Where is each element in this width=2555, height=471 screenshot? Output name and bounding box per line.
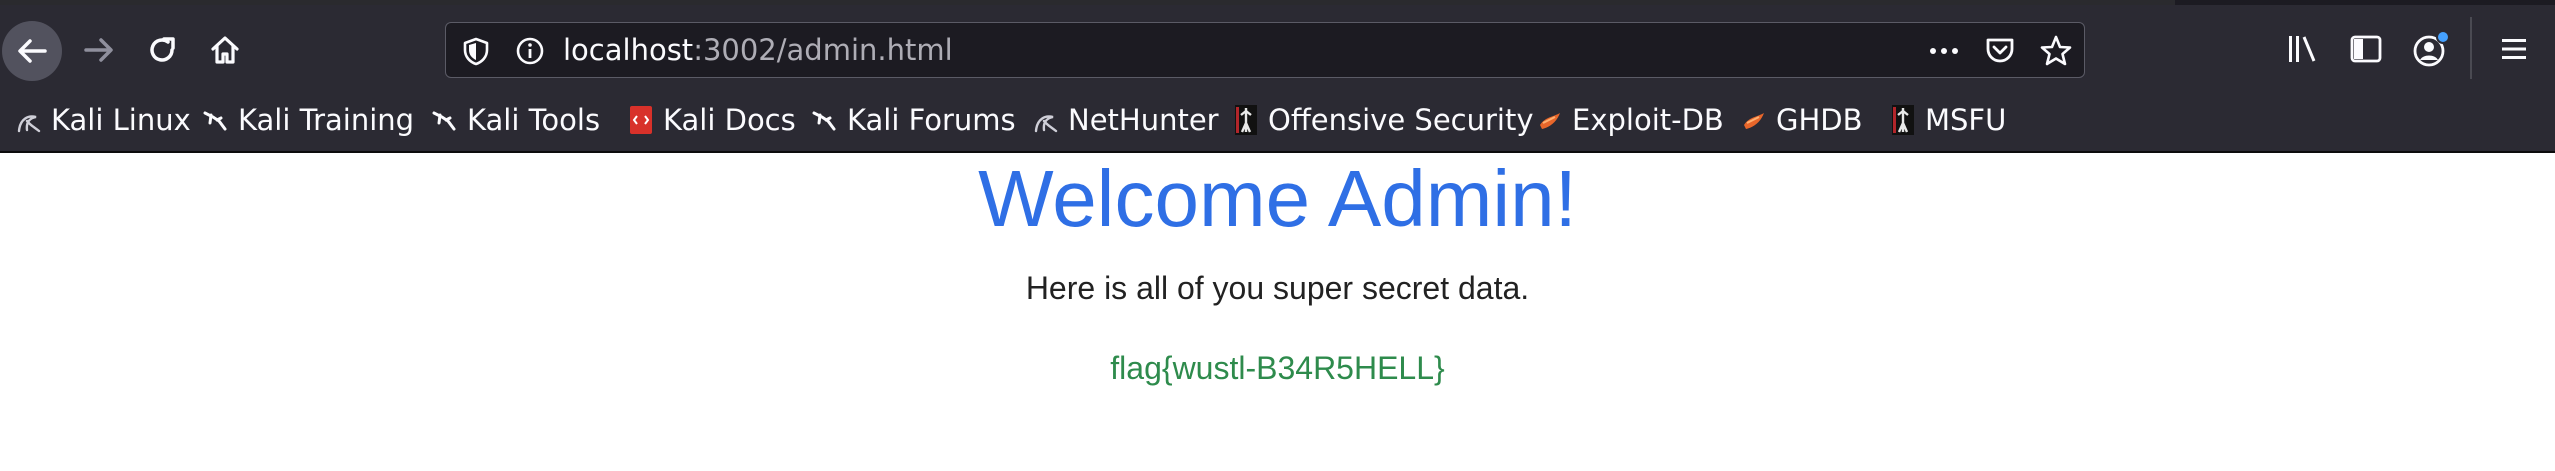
forward-icon [84, 38, 113, 62]
bookmark-msfu[interactable]: MSFU [1890, 89, 2006, 151]
bookmark-kali-training[interactable]: Kali Training [203, 89, 414, 151]
bookmark-label: Kali Docs [663, 103, 796, 137]
info-icon[interactable] [515, 36, 545, 66]
bookmark-label: Kali Linux [51, 103, 191, 137]
exploitdb-icon [1540, 113, 1560, 129]
bookmarks-toolbar: Kali Linux Kali Training Kali Tools Kali… [0, 89, 2555, 153]
home-icon [211, 36, 239, 64]
pocket-icon[interactable] [1983, 34, 2017, 68]
bookmark-label: Kali Tools [467, 103, 601, 137]
bookmark-ghdb[interactable]: GHDB [1741, 89, 1863, 151]
bookmark-label: Offensive Security [1268, 103, 1534, 137]
docs-icon [630, 106, 652, 134]
bookmark-nethunter[interactable]: NetHunter [1033, 89, 1219, 151]
sidebar-icon[interactable] [2348, 32, 2384, 66]
reload-icon [150, 37, 175, 62]
exploitdb-icon [1744, 113, 1764, 129]
more-icon[interactable] [1926, 36, 1962, 66]
offsec-icon [1892, 105, 1914, 135]
url-text[interactable]: localhost:3002/admin.html [563, 23, 953, 77]
page-content: Welcome Admin! Here is all of you super … [0, 153, 2555, 471]
navigation-toolbar: localhost:3002/admin.html [0, 5, 2555, 89]
url-path: :3002/admin.html [693, 33, 953, 67]
bookmark-label: NetHunter [1068, 103, 1219, 137]
back-button[interactable] [2, 21, 62, 81]
home-button[interactable] [200, 25, 250, 75]
library-icon[interactable] [2285, 32, 2321, 66]
account-icon[interactable] [2410, 27, 2454, 71]
shield-icon[interactable] [461, 36, 491, 66]
menu-icon[interactable] [2497, 32, 2531, 66]
url-bar[interactable]: localhost:3002/admin.html [445, 22, 2085, 78]
bookmark-kali-linux[interactable]: Kali Linux [16, 89, 191, 151]
flag-text: flag{wustl-B34R5HELL} [1110, 350, 1445, 386]
bookmark-label: Kali Training [238, 103, 415, 137]
page-subtitle: Here is all of you super secret data. [1025, 270, 1530, 306]
bookmark-kali-docs[interactable]: Kali Docs [628, 89, 796, 151]
star-icon[interactable] [2038, 33, 2074, 69]
forward-button[interactable] [74, 25, 124, 75]
bookmark-kali-forums[interactable]: Kali Forums [812, 89, 1016, 151]
kali-dragon-icon [203, 111, 227, 131]
kali-icon [1034, 115, 1058, 133]
reload-button[interactable] [137, 25, 187, 75]
page-title: Welcome Admin! [978, 154, 1577, 243]
bookmark-label: Kali Forums [847, 103, 1016, 137]
bookmark-label: GHDB [1776, 103, 1863, 137]
bookmark-offensive-security[interactable]: Offensive Security [1233, 89, 1534, 151]
kali-icon [17, 115, 41, 133]
kali-dragon-icon [432, 111, 456, 131]
offsec-icon [1235, 105, 1257, 135]
bookmark-exploit-db[interactable]: Exploit-DB [1537, 89, 1724, 151]
url-host: localhost [563, 33, 694, 67]
toolbar-separator [2470, 17, 2472, 79]
back-icon [18, 39, 47, 63]
bookmark-label: MSFU [1925, 103, 2007, 137]
bookmark-kali-tools[interactable]: Kali Tools [432, 89, 600, 151]
kali-dragon-icon [812, 111, 836, 131]
bookmark-label: Exploit-DB [1572, 103, 1724, 137]
